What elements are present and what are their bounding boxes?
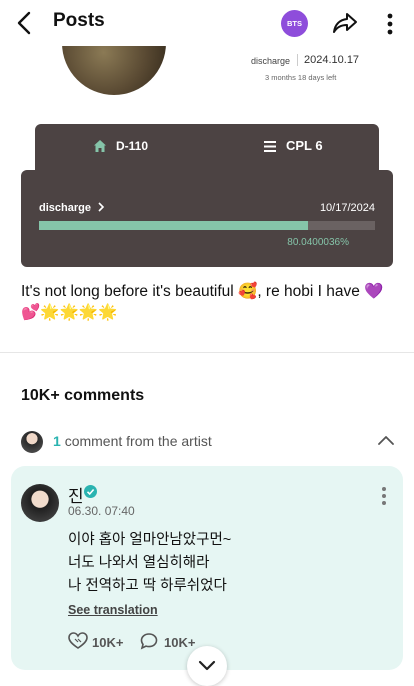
- comment-line-3: 나 전역하고 딱 하루쉬었다: [68, 578, 227, 594]
- back-arrow-icon[interactable]: [14, 10, 36, 36]
- reply-bubble-icon: [140, 633, 158, 650]
- reply-count: 10K+: [164, 635, 196, 650]
- discharge-link-label: discharge: [39, 202, 91, 214]
- rank-label: CPL 6: [286, 138, 323, 153]
- share-icon[interactable]: [331, 10, 359, 36]
- community-badge[interactable]: BTS: [281, 10, 308, 37]
- discharge-link[interactable]: discharge: [39, 202, 105, 214]
- discharge-label: discharge: [251, 56, 291, 66]
- chevron-right-icon: [98, 202, 105, 212]
- verified-badge-icon: [84, 485, 97, 498]
- progress-percent: 80.0400036%: [287, 237, 349, 248]
- post-body: It's not long before it's beautiful 🥰, r…: [21, 283, 384, 321]
- top-bar: Posts BTS: [0, 0, 414, 46]
- comment-line-2: 너도 나와서 열심히해라: [68, 555, 210, 571]
- comment-more-icon[interactable]: [381, 486, 387, 506]
- page-title: Posts: [53, 10, 105, 31]
- artist-comment-toggle[interactable]: 1 comment from the artist: [0, 428, 414, 456]
- home-icon: [94, 140, 106, 152]
- chevron-up-icon[interactable]: [376, 433, 396, 447]
- service-card-header: D-110 CPL 6: [35, 124, 379, 172]
- time-remaining: 3 months 18 days left: [265, 73, 337, 82]
- end-date: 10/17/2024: [319, 202, 375, 214]
- progress-fill: [39, 221, 308, 230]
- like-count: 10K+: [92, 635, 124, 650]
- menu-list-icon: [264, 141, 276, 152]
- artist-comment-card: 진 06.30. 07:40 이야 홉아 얼마안남았구먼~ 너도 나와서 열심히…: [11, 466, 403, 670]
- discharge-date: 2024.10.17: [297, 54, 359, 66]
- more-vertical-icon[interactable]: [383, 12, 397, 36]
- section-divider: [0, 352, 414, 353]
- artist-comment-summary: 1 comment from the artist: [53, 433, 212, 449]
- artist-comment-label: comment from the artist: [64, 433, 212, 449]
- chevron-down-icon: [198, 660, 216, 671]
- artist-avatar: [21, 431, 43, 453]
- like-icon: [68, 632, 88, 649]
- comment-line-1: 이야 홉아 얼마안남았구먼~: [68, 532, 232, 548]
- progress-bar: [39, 221, 375, 230]
- service-progress-card: discharge 10/17/2024 80.0400036%: [21, 170, 393, 267]
- comment-date: 06.30. 07:40: [68, 504, 135, 518]
- d-day-label: D-110: [116, 139, 149, 153]
- commenter-avatar[interactable]: [21, 484, 59, 522]
- comments-count-title: 10K+ comments: [21, 387, 145, 404]
- see-translation-link[interactable]: See translation: [68, 603, 158, 617]
- artist-comment-count: 1: [53, 433, 61, 449]
- scroll-down-button[interactable]: [187, 646, 227, 686]
